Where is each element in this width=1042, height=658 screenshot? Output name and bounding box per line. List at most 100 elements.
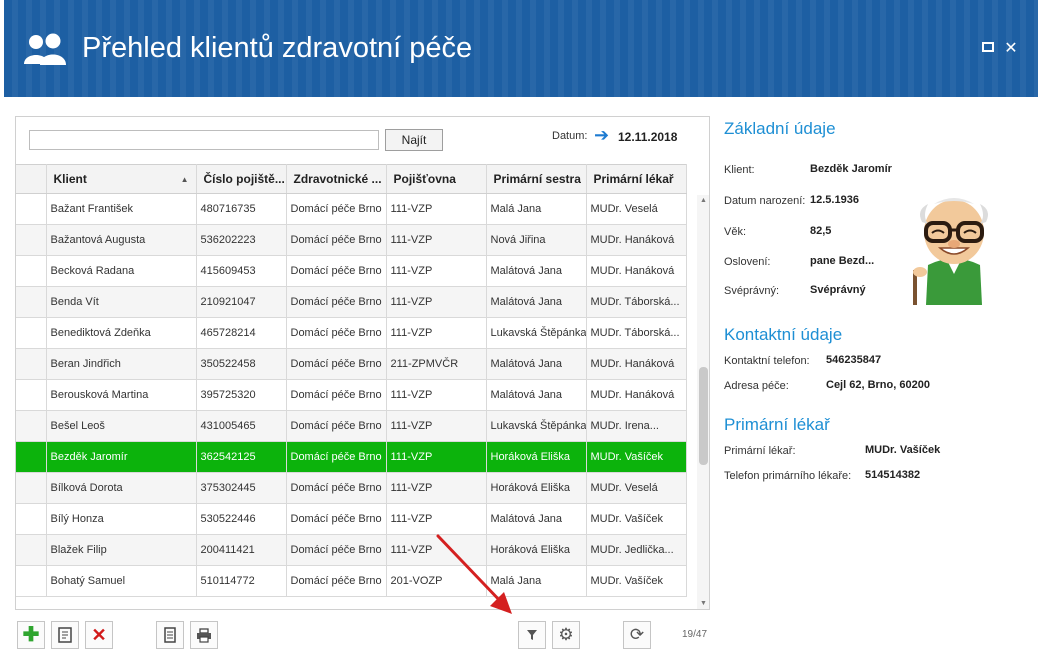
row-indicator[interactable] xyxy=(16,286,47,318)
cell-insurance-number[interactable]: 362542125 xyxy=(196,441,287,473)
cell-primary-doctor[interactable]: MUDr. Táborská... xyxy=(586,286,687,318)
cell-client[interactable]: Bažant František xyxy=(46,193,197,225)
cell-primary-nurse[interactable]: Malátová Jana xyxy=(486,348,587,380)
filter-button[interactable] xyxy=(518,621,546,649)
table-row[interactable]: Berousková Martina 395725320 Domácí péče B… xyxy=(16,379,687,411)
cell-provider[interactable]: Domácí péče Brno xyxy=(286,379,387,411)
row-indicator[interactable] xyxy=(16,255,47,287)
cell-insurance-number[interactable]: 480716735 xyxy=(196,193,287,225)
close-icon[interactable]: ✕ xyxy=(1002,40,1020,58)
cell-client[interactable]: Bohatý Samuel xyxy=(46,565,197,597)
delete-button[interactable]: ✕ xyxy=(85,621,113,649)
column-header-insurer[interactable]: Pojišťovna xyxy=(386,164,487,194)
row-indicator[interactable] xyxy=(16,565,47,597)
row-indicator[interactable] xyxy=(16,472,47,504)
cell-insurer[interactable]: 111-VZP xyxy=(386,255,487,287)
cell-primary-doctor[interactable]: MUDr. Hanáková xyxy=(586,348,687,380)
cell-primary-doctor[interactable]: MUDr. Hanáková xyxy=(586,224,687,256)
table-row[interactable]: Bešel Leoš 431005465 Domácí péče Brno 111-V… xyxy=(16,410,687,442)
cell-insurance-number[interactable]: 375302445 xyxy=(196,472,287,504)
scroll-up-icon[interactable]: ▲ xyxy=(697,197,709,204)
row-indicator[interactable] xyxy=(16,317,47,349)
cell-provider[interactable]: Domácí péče Brno xyxy=(286,565,387,597)
cell-insurance-number[interactable]: 465728214 xyxy=(196,317,287,349)
scrollbar-thumb[interactable] xyxy=(699,367,708,465)
cell-insurance-number[interactable]: 536202223 xyxy=(196,224,287,256)
cell-client[interactable]: Berousková Martina xyxy=(46,379,197,411)
cell-client[interactable]: Benda Vít xyxy=(46,286,197,318)
table-row[interactable]: Bílý Honza 530522446 Domácí péče Brno 111-V… xyxy=(16,503,687,535)
cell-primary-doctor[interactable]: MUDr. Vašíček xyxy=(586,441,687,473)
cell-primary-nurse[interactable]: Malá Jana xyxy=(486,193,587,225)
column-header-primary-doctor[interactable]: Primární lékař xyxy=(586,164,687,194)
cell-insurance-number[interactable]: 395725320 xyxy=(196,379,287,411)
cell-primary-nurse[interactable]: Nová Jiřina xyxy=(486,224,587,256)
cell-primary-nurse[interactable]: Horáková Eliška xyxy=(486,441,587,473)
table-row[interactable]: Blažek Filip 200411421 Domácí péče Brno 111… xyxy=(16,534,687,566)
edit-button[interactable] xyxy=(51,621,79,649)
cell-insurance-number[interactable]: 530522446 xyxy=(196,503,287,535)
cell-primary-doctor[interactable]: MUDr. Veselá xyxy=(586,193,687,225)
cell-provider[interactable]: Domácí péče Brno xyxy=(286,224,387,256)
add-button[interactable]: ✚ xyxy=(17,621,45,649)
table-row[interactable]: Bohatý Samuel 510114772 Domácí péče Brno 20… xyxy=(16,565,687,597)
cell-insurance-number[interactable]: 350522458 xyxy=(196,348,287,380)
cell-insurer[interactable]: 111-VZP xyxy=(386,472,487,504)
cell-provider[interactable]: Domácí péče Brno xyxy=(286,472,387,504)
cell-insurance-number[interactable]: 415609453 xyxy=(196,255,287,287)
search-input[interactable] xyxy=(29,130,379,150)
column-header-provider[interactable]: Zdravotnické ... xyxy=(286,164,387,194)
settings-button[interactable]: ⚙ xyxy=(552,621,580,649)
cell-client[interactable]: Bílý Honza xyxy=(46,503,197,535)
table-row[interactable]: Bezděk Jaromír 362542125 Domácí péče Brno 1… xyxy=(16,441,687,473)
cell-client[interactable]: Benediktová Zdeňka xyxy=(46,317,197,349)
cell-primary-doctor[interactable]: MUDr. Táborská... xyxy=(586,317,687,349)
table-row[interactable]: Benediktová Zdeňka 465728214 Domácí péče B… xyxy=(16,317,687,349)
cell-primary-doctor[interactable]: MUDr. Hanáková xyxy=(586,255,687,287)
table-row[interactable]: Benda Vít 210921047 Domácí péče Brno 111-VZ… xyxy=(16,286,687,318)
cell-insurer[interactable]: 111-VZP xyxy=(386,286,487,318)
row-indicator[interactable] xyxy=(16,441,47,473)
row-indicator[interactable] xyxy=(16,224,47,256)
cell-client[interactable]: Bažantová Augusta xyxy=(46,224,197,256)
cell-primary-doctor[interactable]: MUDr. Vašíček xyxy=(586,565,687,597)
column-header-insurance-number[interactable]: Číslo pojiště... xyxy=(196,164,287,194)
cell-primary-doctor[interactable]: MUDr. Jedlička... xyxy=(586,534,687,566)
row-indicator[interactable] xyxy=(16,193,47,225)
row-indicator[interactable] xyxy=(16,503,47,535)
cell-client[interactable]: Bílková Dorota xyxy=(46,472,197,504)
cell-insurance-number[interactable]: 210921047 xyxy=(196,286,287,318)
cell-primary-doctor[interactable]: MUDr. Hanáková xyxy=(586,379,687,411)
cell-insurer[interactable]: 111-VZP xyxy=(386,193,487,225)
print-button[interactable] xyxy=(190,621,218,649)
cell-insurance-number[interactable]: 200411421 xyxy=(196,534,287,566)
cell-insurer[interactable]: 111-VZP xyxy=(386,224,487,256)
cell-client[interactable]: Beran Jindřich xyxy=(46,348,197,380)
cell-provider[interactable]: Domácí péče Brno xyxy=(286,410,387,442)
row-indicator[interactable] xyxy=(16,410,47,442)
search-button[interactable]: Najít xyxy=(385,129,443,151)
row-indicator[interactable] xyxy=(16,534,47,566)
cell-insurer[interactable]: 211-ZPMVČR xyxy=(386,348,487,380)
document-button[interactable] xyxy=(156,621,184,649)
cell-insurance-number[interactable]: 431005465 xyxy=(196,410,287,442)
cell-primary-nurse[interactable]: Malátová Jana xyxy=(486,379,587,411)
cell-provider[interactable]: Domácí péče Brno xyxy=(286,193,387,225)
cell-client[interactable]: Becková Radana xyxy=(46,255,197,287)
table-row[interactable]: Bažantová Augusta 536202223 Domácí péče Br… xyxy=(16,224,687,256)
maximize-icon[interactable] xyxy=(979,40,997,58)
cell-primary-nurse[interactable]: Lukavská Štěpánka xyxy=(486,317,587,349)
row-indicator[interactable] xyxy=(16,348,47,380)
cell-primary-nurse[interactable]: Lukavská Štěpánka xyxy=(486,410,587,442)
cell-provider[interactable]: Domácí péče Brno xyxy=(286,503,387,535)
table-row[interactable]: Bílková Dorota 375302445 Domácí péče Brno 1… xyxy=(16,472,687,504)
cell-primary-doctor[interactable]: MUDr. Veselá xyxy=(586,472,687,504)
cell-insurer[interactable]: 111-VZP xyxy=(386,317,487,349)
cell-insurer[interactable]: 111-VZP xyxy=(386,410,487,442)
cell-provider[interactable]: Domácí péče Brno xyxy=(286,286,387,318)
vertical-scrollbar[interactable]: ▲ ▼ xyxy=(697,195,709,609)
scroll-down-icon[interactable]: ▼ xyxy=(697,600,709,607)
cell-insurance-number[interactable]: 510114772 xyxy=(196,565,287,597)
table-row[interactable]: Beran Jindřich 350522458 Domácí péče Brno 2… xyxy=(16,348,687,380)
table-row[interactable]: Becková Radana 415609453 Domácí péče Brno 1… xyxy=(16,255,687,287)
